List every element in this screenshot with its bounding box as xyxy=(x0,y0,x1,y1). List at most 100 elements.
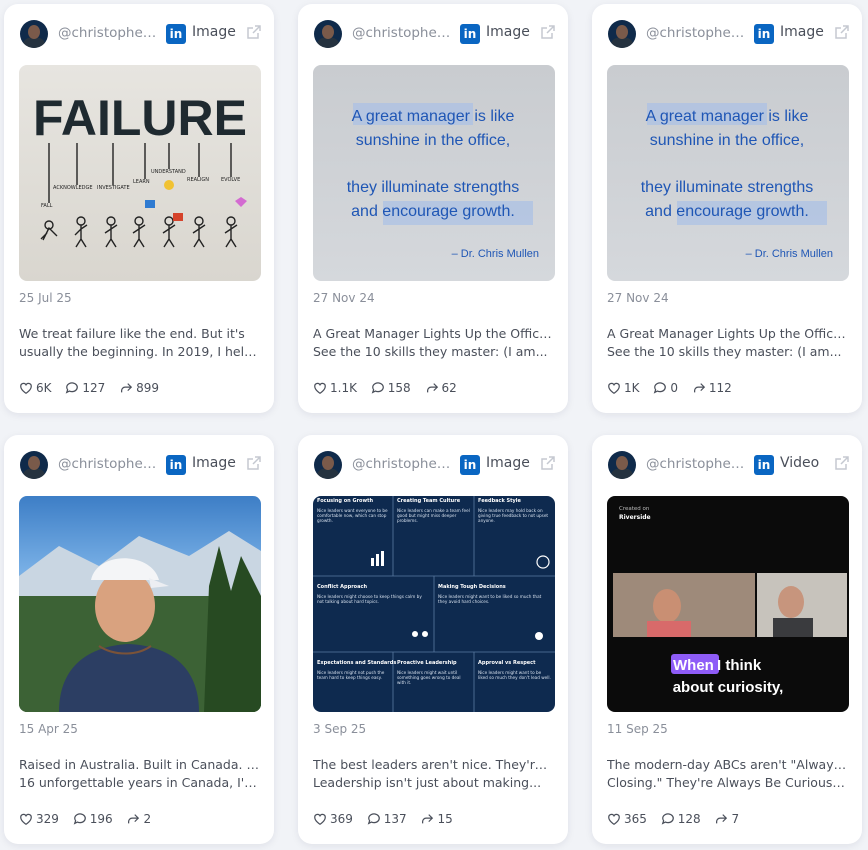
lightbulb-icon xyxy=(164,180,174,190)
linkedin-icon: in xyxy=(754,24,774,44)
author-handle[interactable]: @christopherr... xyxy=(352,456,452,472)
quote-image: A great manager is like sunshine in the … xyxy=(641,103,833,260)
excerpt-line: Raised in Australia. Built in Canada. Af… xyxy=(19,757,259,772)
video-player[interactable]: Created on Riverside When I think about … xyxy=(607,496,849,712)
created-on-label: Created on xyxy=(619,506,650,512)
external-link-icon[interactable] xyxy=(246,455,262,471)
external-link-icon[interactable] xyxy=(540,455,556,471)
post-date: 27 Nov 24 xyxy=(607,291,669,305)
post-excerpt[interactable]: A Great Manager Lights Up the Office 💡 S… xyxy=(313,325,553,361)
avatar xyxy=(608,451,636,479)
excerpt-line: usually the beginning. In 2019, I helped… xyxy=(19,344,259,359)
grid-cell-title: Proactive Leadership xyxy=(397,660,457,666)
grid-cell-title: Expectations and Standards xyxy=(317,660,396,666)
likes-count: 1.1K xyxy=(330,380,357,395)
engagement-stats: 6K 127 899 xyxy=(19,380,169,395)
author-handle[interactable]: @christopherr... xyxy=(646,25,746,41)
post-header: @christopherr... in Image xyxy=(314,20,556,48)
author-handle[interactable]: @christopherr... xyxy=(58,25,158,41)
likes-count: 329 xyxy=(36,811,59,826)
grid-cell-title: Creating Team Culture xyxy=(397,498,461,504)
excerpt-line: We treat failure like the end. But it's xyxy=(19,326,245,341)
post-excerpt[interactable]: A Great Manager Lights Up the Office 💡 S… xyxy=(607,325,847,361)
share-icon xyxy=(426,382,438,392)
stage-label: ACKNOWLEDGE xyxy=(53,185,93,191)
post-header: @christopherr... in Image xyxy=(20,451,262,479)
linkedin-icon: in xyxy=(166,455,186,475)
quote-line: and encourage growth. xyxy=(351,203,515,220)
author-handle[interactable]: @christopherr... xyxy=(646,456,746,472)
author-handle[interactable]: @christopherr... xyxy=(58,456,158,472)
post-media[interactable] xyxy=(19,496,261,712)
post-excerpt[interactable]: The modern-day ABCs aren't "Always Be Cl… xyxy=(607,756,847,792)
reposts-count: 62 xyxy=(441,380,457,395)
linkedin-icon: in xyxy=(754,455,774,475)
post-card[interactable]: @christopherr... in Video Created on Riv… xyxy=(592,435,862,844)
post-type-label: Image xyxy=(192,455,236,471)
external-link-icon[interactable] xyxy=(834,455,850,471)
post-card[interactable]: @christopherr... in Image A great manage… xyxy=(298,4,568,413)
post-header: @christopherr... in Image xyxy=(608,20,850,48)
stage-label: LEARN xyxy=(133,179,150,185)
likes-count: 369 xyxy=(330,811,353,826)
grid-cell-body: Nice leaders can make a team feel good b… xyxy=(397,508,470,523)
post-media[interactable]: A great manager is like sunshine in the … xyxy=(607,65,849,281)
post-media[interactable]: A great manager is like sunshine in the … xyxy=(313,65,555,281)
excerpt-line: The best leaders aren't nice. They're ki… xyxy=(313,757,553,772)
post-date: 27 Nov 24 xyxy=(313,291,375,305)
book-icon xyxy=(145,200,155,208)
quote-line: sunshine in the office, xyxy=(356,132,510,149)
post-card[interactable]: @christopherr... in Image A great manage… xyxy=(592,4,862,413)
failure-illustration: FAILURE FALL ACKNOWLEDGE INVESTIGATE LEA… xyxy=(33,90,247,248)
post-excerpt[interactable]: The best leaders aren't nice. They're ki… xyxy=(313,756,553,792)
share-icon xyxy=(716,813,728,823)
grid-cell-body: Nice leaders might choose to keep things… xyxy=(317,594,422,604)
grid-cell-title: Approval vs Respect xyxy=(478,660,536,666)
reposts-count: 2 xyxy=(143,811,152,826)
reposts-count: 7 xyxy=(731,811,740,826)
engagement-stats: 365 128 7 xyxy=(607,811,749,826)
comments-count: 158 xyxy=(387,380,411,395)
butterfly-icon xyxy=(235,197,247,207)
engagement-stats: 369 137 15 xyxy=(313,811,463,826)
post-type-label: Image xyxy=(486,455,530,471)
toolbox-icon xyxy=(173,213,183,221)
avatar xyxy=(20,20,48,48)
excerpt-line: The modern-day ABCs aren't "Always Be xyxy=(607,757,847,772)
post-excerpt[interactable]: Raised in Australia. Built in Canada. Af… xyxy=(19,756,259,792)
post-date: 15 Apr 25 xyxy=(19,722,78,736)
grid-cell-title: Feedback Style xyxy=(478,498,522,504)
stage-label: FALL xyxy=(41,203,53,209)
avatar xyxy=(314,451,342,479)
post-media[interactable]: Focusing on Growth Creating Team Culture… xyxy=(313,496,555,712)
likes-count: 6K xyxy=(36,380,52,395)
portrait-photo xyxy=(19,531,261,712)
post-header: @christopherr... in Image xyxy=(314,451,556,479)
external-link-icon[interactable] xyxy=(834,24,850,40)
quote-line: sunshine in the office, xyxy=(650,132,804,149)
quote-author: – Dr. Chris Mullen xyxy=(452,248,539,260)
external-link-icon[interactable] xyxy=(540,24,556,40)
heart-icon xyxy=(608,382,620,394)
stage-label: REALIGN xyxy=(187,177,209,183)
post-type-label: Image xyxy=(486,24,530,40)
excerpt-line: A Great Manager Lights Up the Office 💡 xyxy=(313,326,553,341)
heart-icon xyxy=(314,813,326,825)
post-header: @christopherr... in Video xyxy=(608,451,850,479)
author-handle[interactable]: @christopherr... xyxy=(352,25,452,41)
post-card[interactable]: @christopherr... in Image FAILURE FALL A… xyxy=(4,4,274,413)
comments-count: 137 xyxy=(383,811,407,826)
video-frame: Created on Riverside When I think about … xyxy=(613,506,847,696)
excerpt-line: See the 10 skills they master: (I am... xyxy=(313,344,548,359)
grid-cell-title: Focusing on Growth xyxy=(317,498,373,504)
post-media[interactable]: FAILURE FALL ACKNOWLEDGE INVESTIGATE LEA… xyxy=(19,65,261,281)
post-card[interactable]: @christopherr... in Image Focusing on Gr… xyxy=(298,435,568,844)
post-excerpt[interactable]: We treat failure like the end. But it's … xyxy=(19,325,259,361)
external-link-icon[interactable] xyxy=(246,24,262,40)
excerpt-line: 16 unforgettable years in Canada, I've..… xyxy=(19,775,259,790)
reposts-count: 112 xyxy=(708,380,732,395)
post-date: 25 Jul 25 xyxy=(19,291,72,305)
post-card[interactable]: @christopherr... in Image 15 Apr 25 Rais… xyxy=(4,435,274,844)
engagement-stats: 1K 0 112 xyxy=(607,380,742,395)
engagement-stats: 1.1K 158 62 xyxy=(313,380,467,395)
